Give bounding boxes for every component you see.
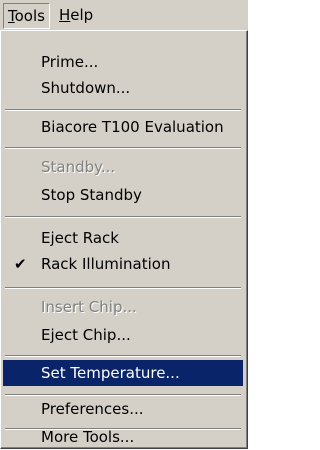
menu-help-mnemonic: H: [59, 6, 71, 24]
menu-item-rack-illumination[interactable]: ✔ Rack Illumination: [3, 251, 243, 277]
menu-item-label: Prime...: [41, 53, 99, 71]
menu-separator: [5, 355, 241, 357]
menu-tools[interactable]: Tools: [3, 3, 50, 29]
menu-bar: Tools Help: [0, 0, 248, 30]
menu-tools-label: ools: [14, 7, 45, 25]
menu-item-set-temperature[interactable]: Set Temperature...: [3, 360, 243, 386]
menu-item-label: Shutdown...: [41, 79, 131, 97]
menu-help[interactable]: Help: [55, 3, 97, 27]
menu-item-more-tools[interactable]: More Tools...: [3, 424, 243, 450]
menu-item-stop-standby[interactable]: Stop Standby: [3, 182, 243, 208]
menu-help-label: elp: [70, 6, 94, 24]
menu-item-preferences[interactable]: Preferences...: [3, 396, 243, 422]
menu-tools-mnemonic: T: [8, 7, 15, 25]
menu-item-label: Preferences...: [41, 400, 144, 418]
menu-item-label: Eject Rack: [41, 229, 119, 247]
menu-item-shutdown[interactable]: Shutdown...: [3, 75, 243, 101]
menu-item-eject-chip[interactable]: Eject Chip...: [3, 322, 243, 348]
menu-item-standby: Standby...: [3, 154, 243, 180]
menu-separator: [5, 109, 241, 111]
menu-item-label: Insert Chip...: [41, 298, 137, 316]
menu-item-label: Set Temperature...: [41, 364, 180, 382]
menu-item-label: Stop Standby: [41, 186, 142, 204]
menu-item-eject-rack[interactable]: Eject Rack: [3, 225, 243, 251]
menu-item-label: Biacore T100 Evaluation: [41, 118, 224, 136]
menu-separator: [5, 147, 241, 149]
menu-item-label: Rack Illumination: [41, 255, 171, 273]
menu-separator: [5, 287, 241, 289]
menu-item-label: Standby...: [41, 158, 116, 176]
checkmark-icon: ✔: [14, 255, 27, 273]
menu-item-label: More Tools...: [41, 428, 135, 446]
menu-item-label: Eject Chip...: [41, 326, 131, 344]
tools-dropdown-menu: Prime... Shutdown... Biacore T100 Evalua…: [0, 30, 248, 449]
menu-separator: [5, 216, 241, 218]
menu-item-biacore-evaluation[interactable]: Biacore T100 Evaluation: [3, 114, 243, 140]
menu-item-prime[interactable]: Prime...: [3, 49, 243, 75]
menu-item-insert-chip: Insert Chip...: [3, 294, 243, 320]
